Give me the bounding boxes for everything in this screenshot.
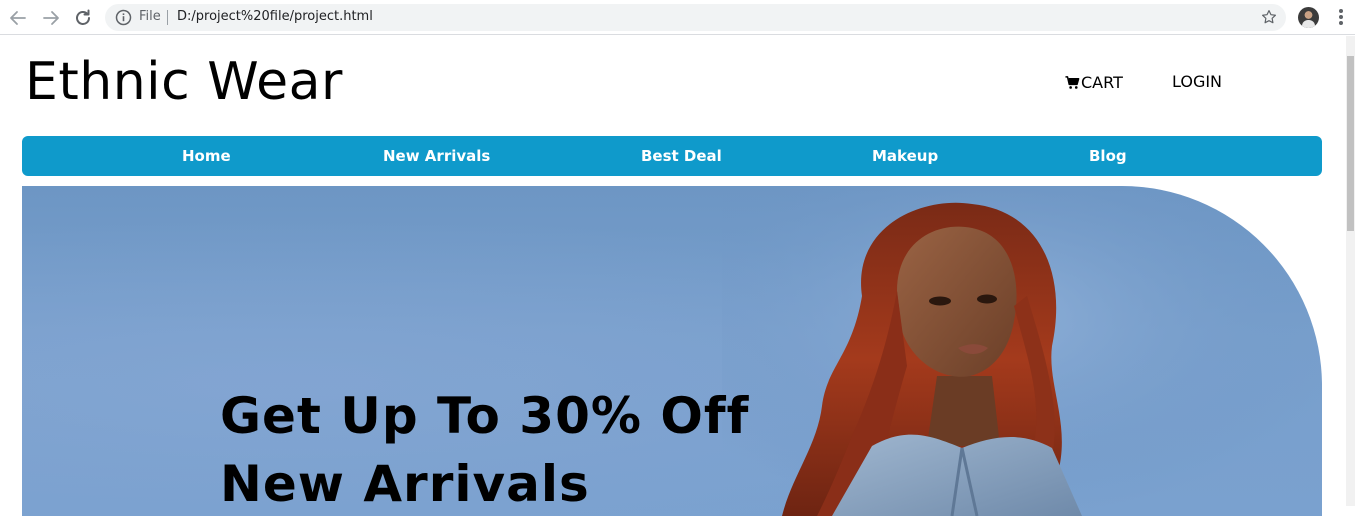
browser-toolbar: File D:/project%20file/project.html — [0, 0, 1355, 35]
reload-icon[interactable] — [71, 6, 95, 30]
info-icon[interactable] — [115, 9, 132, 26]
cart-icon — [1065, 75, 1080, 89]
kebab-menu-icon[interactable] — [1333, 9, 1349, 27]
site-logo-text[interactable]: Ethnic Wear — [25, 50, 343, 114]
cart-link[interactable]: CART — [1065, 71, 1123, 93]
omnibox-divider — [167, 10, 168, 25]
nav-item-blog[interactable]: Blog — [1089, 146, 1127, 166]
hero-headline-line-1: Get Up To 30% Off — [220, 387, 750, 445]
cart-label: CART — [1081, 72, 1123, 92]
back-arrow-icon[interactable] — [6, 6, 30, 30]
profile-avatar[interactable] — [1298, 7, 1319, 28]
hero-banner: Get Up To 30% Off New Arrivals — [22, 186, 1322, 516]
hero-headline: Get Up To 30% Off New Arrivals — [220, 382, 749, 516]
nav-item-best-deal[interactable]: Best Deal — [641, 146, 722, 166]
url-text[interactable]: D:/project%20file/project.html — [177, 9, 373, 24]
main-nav-bar: Home New Arrivals Best Deal Makeup Blog — [22, 136, 1322, 176]
address-bar[interactable]: File D:/project%20file/project.html — [105, 4, 1286, 31]
model-photo — [722, 186, 1322, 516]
star-icon[interactable] — [1260, 8, 1278, 26]
nav-item-home[interactable]: Home — [182, 146, 231, 166]
hero-headline-line-2: New Arrivals — [220, 455, 590, 513]
nav-item-makeup[interactable]: Makeup — [872, 146, 938, 166]
login-link[interactable]: LOGIN — [1172, 71, 1222, 93]
scrollbar-thumb[interactable] — [1347, 56, 1354, 231]
forward-arrow-icon[interactable] — [39, 6, 63, 30]
nav-item-new-arrivals[interactable]: New Arrivals — [383, 146, 490, 166]
page-scrollbar[interactable] — [1346, 36, 1355, 506]
url-scheme-label: File — [139, 9, 161, 24]
